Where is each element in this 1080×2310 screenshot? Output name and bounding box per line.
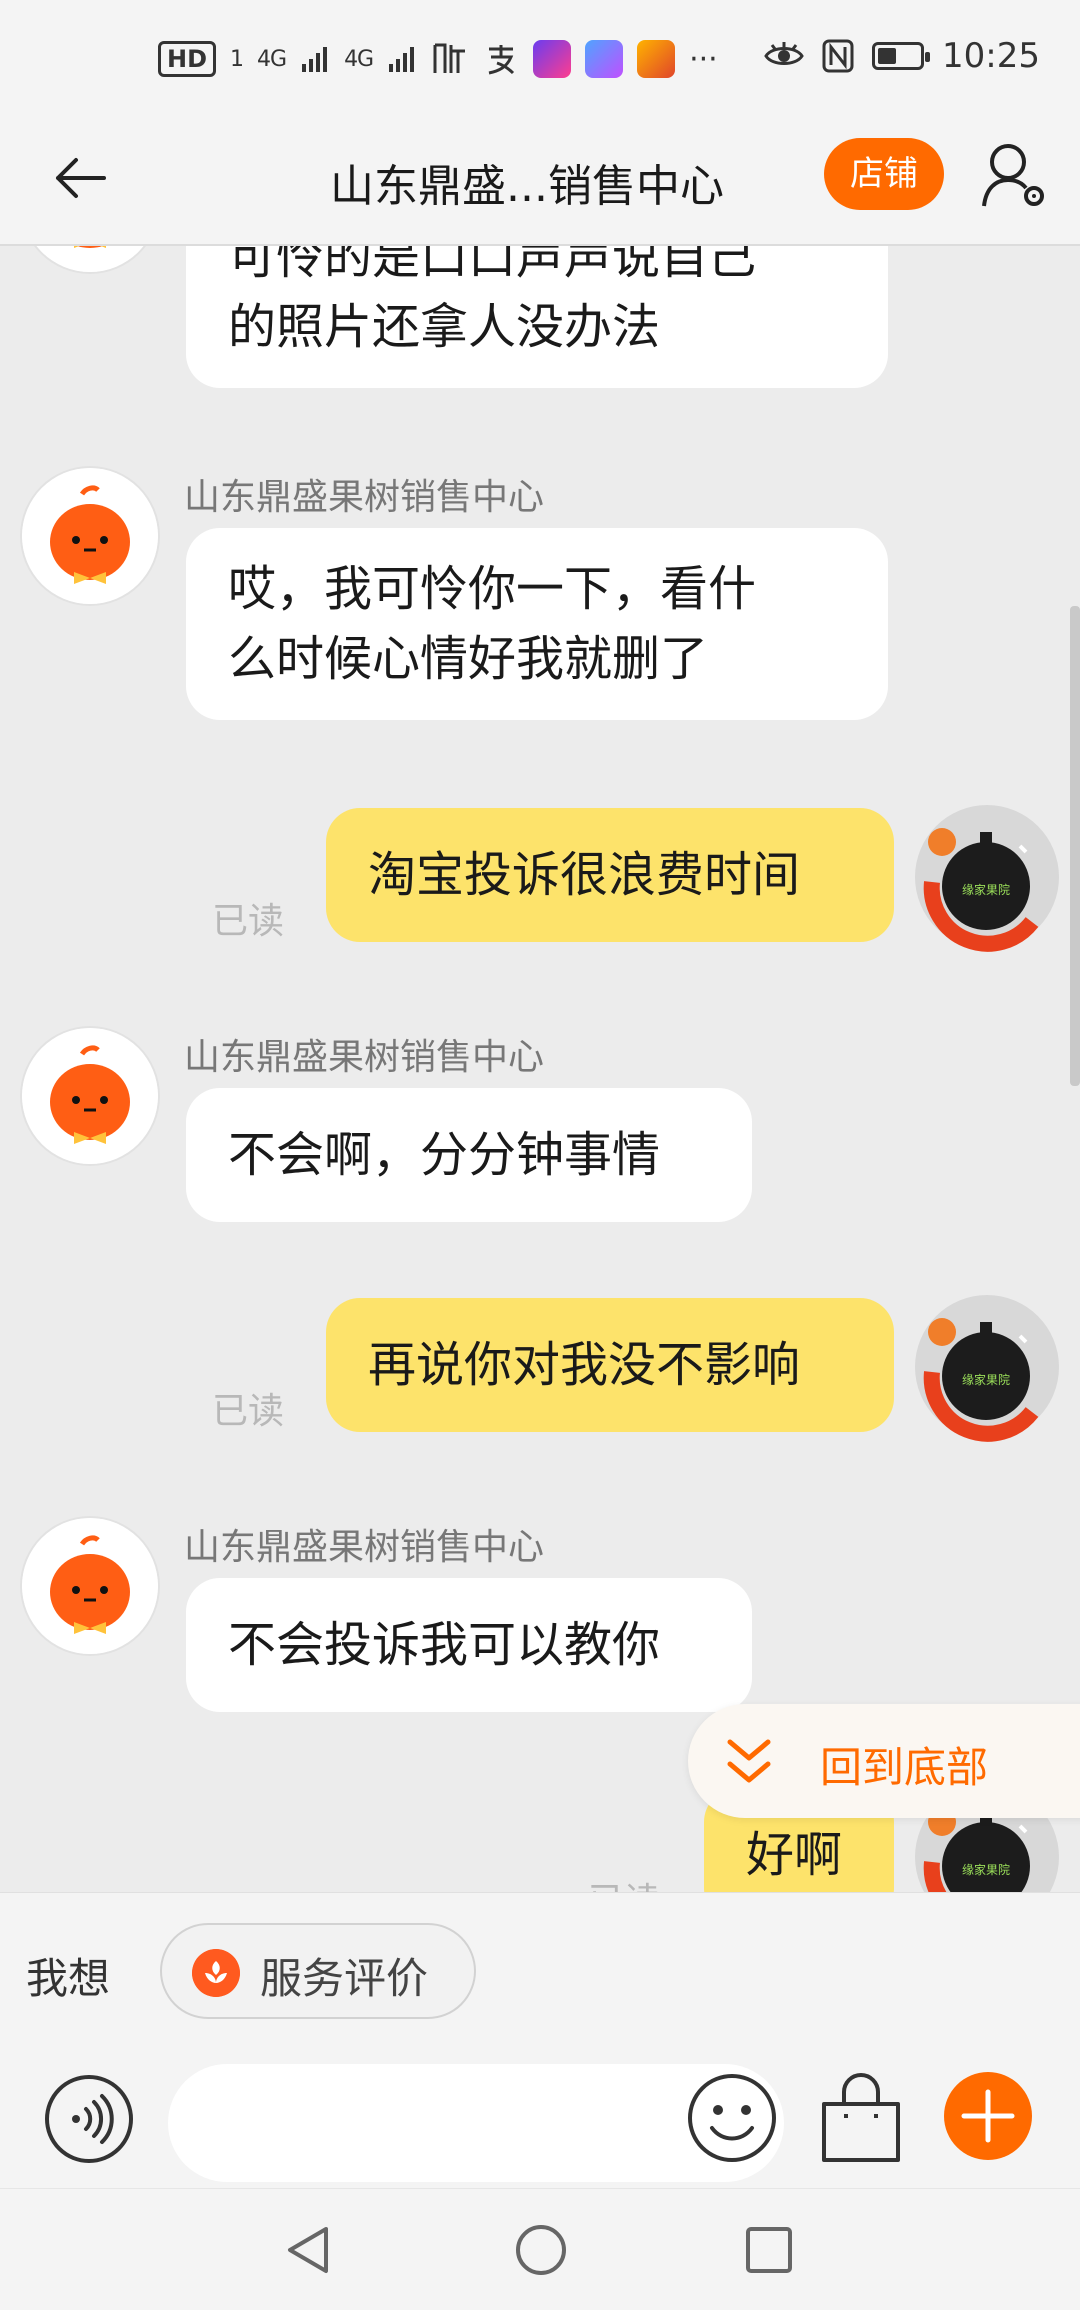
nfc-icon xyxy=(822,39,854,73)
status-bar: HD 1 4G 4G ··· 10:25 xyxy=(0,0,1080,120)
user-avatar[interactable]: 缘家果院 xyxy=(912,1292,1062,1442)
message-bubble-incoming[interactable]: 哎，我可怜你一下，看什 么时候心情好我就删了 xyxy=(186,528,888,720)
back-to-bottom-label: 回到底部 xyxy=(820,1743,989,1792)
message-bubble-outgoing[interactable]: 淘宝投诉很浪费时间 xyxy=(326,808,894,942)
chat-header: 山东鼎盛...销售中心 店铺 xyxy=(0,120,1080,246)
user-avatar[interactable]: 缘家果院 xyxy=(912,802,1062,952)
avatar-caption: 缘家果院 xyxy=(962,882,1010,897)
service-review-label: 服务评价 xyxy=(260,1954,429,2003)
message-bubble-incoming[interactable]: 不会啊，分分钟事情 xyxy=(186,1088,752,1222)
battery-icon xyxy=(872,42,931,70)
scrollbar[interactable] xyxy=(1070,606,1080,1086)
hd-sub-label: 1 xyxy=(230,46,244,72)
shop-avatar[interactable] xyxy=(22,468,158,604)
user-settings-icon[interactable] xyxy=(980,140,1050,212)
nav-home-icon[interactable] xyxy=(514,2223,568,2277)
message-list[interactable]: 可怜的是口口声声说自己 的照片还拿人没办法 山东鼎盛果树销售中心 哎，我可怜你一… xyxy=(0,246,1080,1892)
double-chevron-down-icon xyxy=(727,1739,771,1783)
message-text: 淘宝投诉很浪费时间 xyxy=(368,847,801,903)
message-text-line: 的照片还拿人没办法 xyxy=(228,299,661,355)
plus-icon[interactable] xyxy=(942,2070,1034,2162)
message-text: 好啊 xyxy=(746,1827,843,1883)
sender-name: 山东鼎盛果树销售中心 xyxy=(184,1527,545,1568)
input-bar xyxy=(0,2048,1080,2188)
emoji-icon[interactable] xyxy=(686,2072,778,2164)
message-text: 再说你对我没不影响 xyxy=(368,1337,801,1393)
shop-avatar[interactable] xyxy=(22,1028,158,1164)
video-app-icon xyxy=(533,40,572,78)
status-left: HD 1 4G 4G ··· xyxy=(158,40,718,78)
back-to-bottom-button[interactable]: 回到底部 xyxy=(688,1704,1080,1818)
flower-icon xyxy=(192,1949,240,1997)
chat-screen: HD 1 4G 4G ··· 10:25 山东鼎盛...销售中心 店铺 可怜的是… xyxy=(0,0,1080,2310)
service-review-chip[interactable]: 服务评价 xyxy=(160,1923,476,2019)
signal-bars-1-icon xyxy=(302,47,328,72)
message-text-line: 哎，我可怜你一下，看什 xyxy=(228,561,757,617)
nav-recent-apps-icon[interactable] xyxy=(744,2225,794,2275)
message-bubble-incoming[interactable]: 不会投诉我可以教你 xyxy=(186,1578,752,1712)
avatar-caption: 缘家果院 xyxy=(962,1372,1010,1387)
sogou-app-icon xyxy=(637,40,676,78)
sender-name: 山东鼎盛果树销售中心 xyxy=(184,477,545,518)
message-bubble-outgoing[interactable]: 再说你对我没不影响 xyxy=(326,1298,894,1432)
honor-app-icon xyxy=(585,40,624,78)
back-arrow-icon[interactable] xyxy=(50,148,110,208)
read-receipt: 已读 xyxy=(212,901,285,942)
signal-2-label: 4G xyxy=(344,46,374,72)
message-text-line: 么时候心情好我就删了 xyxy=(228,631,709,687)
read-receipt: 已读 xyxy=(212,1391,285,1432)
status-right: 10:25 xyxy=(764,36,1040,76)
battery-fill xyxy=(878,48,897,64)
page-title: 山东鼎盛...销售中心 xyxy=(330,161,724,212)
message-text-line: 可怜的是口口声声说自己 xyxy=(228,246,757,285)
shop-avatar[interactable] xyxy=(22,1518,158,1654)
message-text: 不会投诉我可以教你 xyxy=(228,1617,661,1673)
shop-avatar[interactable] xyxy=(22,246,158,272)
shop-button[interactable]: 店铺 xyxy=(824,138,944,210)
hd-badge: HD xyxy=(158,41,217,77)
system-nav-bar xyxy=(0,2188,1080,2310)
nav-back-icon[interactable] xyxy=(282,2223,336,2277)
signal-1-label: 4G xyxy=(257,46,287,72)
clock-time: 10:25 xyxy=(942,36,1040,76)
shopping-bag-icon[interactable] xyxy=(816,2070,906,2166)
sender-name: 山东鼎盛果树销售中心 xyxy=(184,1037,545,1078)
quick-reply-bar: 我想 服务评价 xyxy=(0,1892,1080,2048)
voice-input-icon[interactable] xyxy=(44,2074,134,2164)
quick-reply-label: 我想 xyxy=(26,1954,111,2003)
avatar-caption: 缘家果院 xyxy=(962,1862,1010,1877)
more-notifications-label: ··· xyxy=(689,41,718,77)
read-receipt: 已读 xyxy=(588,1872,660,1892)
alipay-app-icon xyxy=(488,45,515,75)
message-text: 不会啊，分分钟事情 xyxy=(228,1127,661,1183)
message-bubble-incoming[interactable]: 可怜的是口口声声说自己 的照片还拿人没办法 xyxy=(186,246,888,388)
signal-bars-2-icon xyxy=(389,47,415,72)
eye-comfort-icon xyxy=(764,42,804,65)
listen-app-icon xyxy=(433,43,466,73)
